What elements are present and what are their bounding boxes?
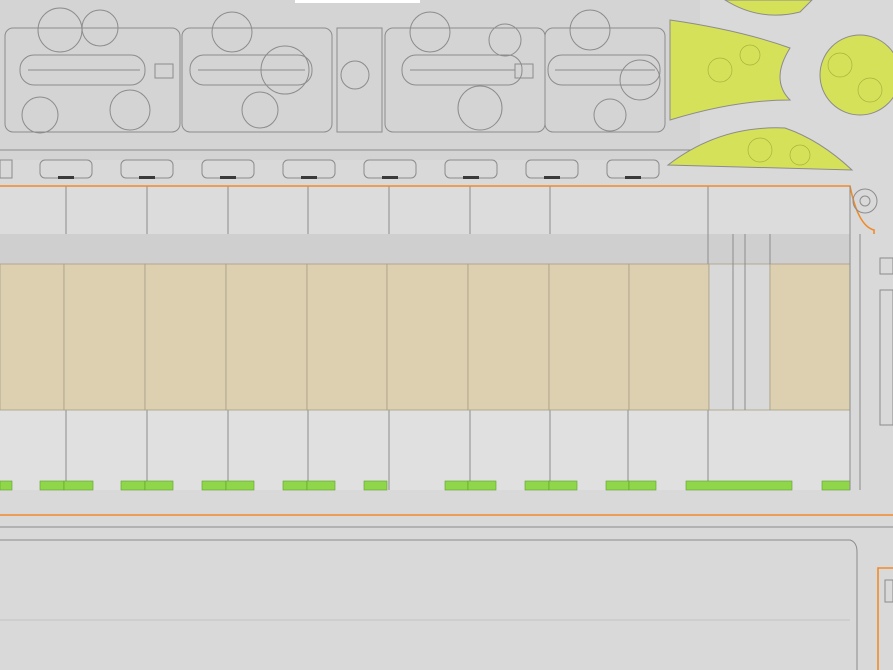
building-unit: [467, 263, 550, 411]
planter: [120, 480, 146, 491]
planter: [467, 480, 497, 491]
building-unit: [225, 263, 308, 411]
planter: [282, 480, 308, 491]
internal-lane: [0, 234, 850, 264]
rear-yard: [0, 410, 850, 490]
planter: [628, 480, 657, 491]
planter: [39, 480, 65, 491]
green-roundabout: [819, 34, 893, 116]
building-unit: [708, 263, 771, 411]
planter: [821, 480, 851, 491]
building-unit: [548, 263, 630, 411]
planter: [201, 480, 227, 491]
front-yard: [0, 186, 850, 234]
building-unit: [628, 263, 710, 411]
planter: [548, 480, 578, 491]
planter: [524, 480, 550, 491]
site-block: [0, 186, 851, 491]
site-plan: [0, 0, 893, 670]
planter: [144, 480, 174, 491]
building-unit: [144, 263, 227, 411]
building-unit: [769, 263, 851, 411]
planter: [0, 480, 13, 491]
building-unit: [63, 263, 146, 411]
buildings: [0, 263, 851, 411]
planter: [225, 480, 255, 491]
upper-parking-area: [0, 0, 700, 160]
entrance-marker: [295, 0, 420, 3]
building-unit: [0, 263, 65, 411]
building-unit: [386, 263, 469, 411]
planter: [306, 480, 336, 491]
building-unit: [306, 263, 388, 411]
planter: [63, 480, 94, 491]
planter: [685, 480, 793, 491]
upper-road: [0, 0, 700, 160]
planter: [363, 480, 388, 491]
planter: [444, 480, 469, 491]
planter: [605, 480, 630, 491]
